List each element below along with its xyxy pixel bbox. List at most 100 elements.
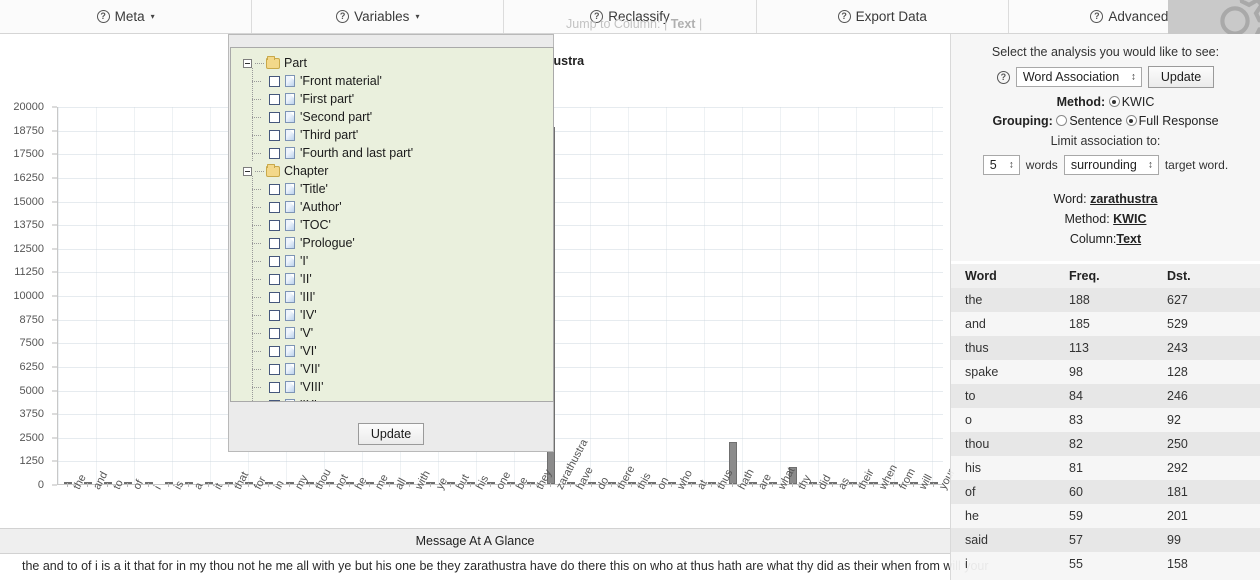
x-axis-tick-label: i xyxy=(151,483,164,492)
info-word-value[interactable]: zarathustra xyxy=(1090,192,1157,206)
table-row[interactable]: said 57 99 xyxy=(951,528,1260,552)
tree-item-checkbox[interactable] xyxy=(269,381,280,393)
limit-words-select[interactable]: 5 xyxy=(982,155,1020,175)
limit-position-select[interactable]: surrounding xyxy=(1063,155,1159,175)
table-row[interactable]: he 59 201 xyxy=(951,504,1260,528)
column-header-dst[interactable]: Dst. xyxy=(1153,261,1260,288)
tree-item-row[interactable]: 'IX' xyxy=(239,392,553,401)
y-axis-labels: 20000 18750 17500 16250 15000 13750 12500 11250… xyxy=(0,101,52,491)
tree-item-checkbox[interactable] xyxy=(269,273,280,285)
column-header-freq[interactable]: Freq. xyxy=(1055,261,1153,288)
tree-expander-icon[interactable] xyxy=(243,166,252,176)
tree-item-row[interactable]: 'Author' xyxy=(239,194,553,216)
analysis-update-button[interactable]: Update xyxy=(1147,66,1215,88)
tree-item-checkbox[interactable] xyxy=(269,219,280,231)
info-method-row: Method: KWIC xyxy=(961,209,1250,229)
x-axis-tick-mark xyxy=(147,483,149,487)
cell-word: o xyxy=(951,408,1055,432)
cell-word: of xyxy=(951,480,1055,504)
tree-item-row[interactable]: 'Front material' xyxy=(239,68,553,90)
tree-item-row[interactable]: 'TOC' xyxy=(239,212,553,234)
analysis-select[interactable]: Word Association xyxy=(1015,67,1142,87)
tree-item-checkbox[interactable] xyxy=(269,129,280,141)
variables-tree[interactable]: Part 'Front material' 'First part' 'Second … xyxy=(230,47,554,402)
table-row[interactable]: thus 113 243 xyxy=(951,336,1260,360)
tree-group-row[interactable]: Chapter xyxy=(239,162,553,180)
table-row[interactable]: spake 98 128 xyxy=(951,360,1260,384)
info-column-value[interactable]: Text xyxy=(1116,232,1141,246)
toolbar-item-variables[interactable]: ? Variables ▾ xyxy=(252,0,505,33)
column-header-word[interactable]: Word xyxy=(951,261,1055,288)
table-row[interactable]: o 83 92 xyxy=(951,408,1260,432)
table-row[interactable]: the 188 627 xyxy=(951,288,1260,312)
tree-item-row[interactable]: 'Third part' xyxy=(239,122,553,144)
help-circle-icon[interactable]: ? xyxy=(837,10,851,23)
method-value: KWIC xyxy=(1121,95,1155,109)
tree-item-row[interactable]: 'V' xyxy=(239,320,553,342)
cell-freq: 57 xyxy=(1055,528,1153,552)
tree-item-checkbox[interactable] xyxy=(269,111,280,123)
grouping-radio-full-response[interactable] xyxy=(1125,115,1137,126)
table-row[interactable]: thou 82 250 xyxy=(951,432,1260,456)
help-circle-icon[interactable]: ? xyxy=(1090,10,1104,23)
tree-expander-icon[interactable] xyxy=(243,58,252,68)
top-toolbar: ? Meta ▾ ? Variables ▾ ? Reclassify ? Ex… xyxy=(0,0,1260,34)
table-row[interactable]: i 55 158 xyxy=(951,552,1260,576)
document-icon xyxy=(285,399,295,401)
tree-item-row[interactable]: 'VI' xyxy=(239,338,553,360)
help-circle-icon[interactable]: ? xyxy=(996,70,1010,84)
toolbar-item-export-data[interactable]: ? Export Data xyxy=(757,0,1009,33)
tree-item-checkbox[interactable] xyxy=(269,147,280,159)
x-axis-tick-mark xyxy=(691,483,693,487)
tree-item-checkbox[interactable] xyxy=(269,93,280,105)
tree-item-row[interactable]: 'VIII' xyxy=(239,374,553,396)
tree-item-checkbox[interactable] xyxy=(269,237,280,249)
tree-item-row[interactable]: 'Prologue' xyxy=(239,230,553,252)
tree-item-label: 'V' xyxy=(300,326,314,340)
tree-item-row[interactable]: 'VII' xyxy=(239,356,553,378)
tree-item-checkbox[interactable] xyxy=(269,309,280,321)
help-circle-icon[interactable]: ? xyxy=(590,10,604,23)
info-method-value[interactable]: KWIC xyxy=(1113,212,1146,226)
tree-item-row[interactable]: 'Fourth and last part' xyxy=(239,140,553,162)
y-axis-tick-label: 15000 xyxy=(13,195,44,208)
table-row[interactable]: and 185 529 xyxy=(951,312,1260,336)
tree-item-row[interactable]: 'First part' xyxy=(239,86,553,108)
help-circle-icon[interactable]: ? xyxy=(336,10,350,23)
tree-item-checkbox[interactable] xyxy=(269,291,280,303)
tree-item-row[interactable]: 'I' xyxy=(239,248,553,270)
tree-item-row[interactable]: 'Second part' xyxy=(239,104,553,126)
x-axis-tick-mark xyxy=(550,483,552,487)
help-circle-icon[interactable]: ? xyxy=(96,10,110,23)
tree-group-label: Part xyxy=(284,56,307,70)
cell-dst: 627 xyxy=(1153,288,1260,312)
gear-icon[interactable] xyxy=(1168,0,1260,34)
tree-item-checkbox[interactable] xyxy=(269,345,280,357)
tree-update-button[interactable]: Update xyxy=(357,423,425,445)
tree-item-checkbox[interactable] xyxy=(269,75,280,87)
tree-item-checkbox[interactable] xyxy=(269,363,280,375)
grouping-radio-sentence[interactable] xyxy=(1056,115,1068,126)
table-row[interactable]: his 81 292 xyxy=(951,456,1260,480)
y-axis-tick-label: 11250 xyxy=(14,266,44,279)
x-axis-tick-mark xyxy=(892,483,894,487)
tree-item-row[interactable]: 'II' xyxy=(239,266,553,288)
tree-item-checkbox[interactable] xyxy=(269,201,280,213)
tree-item-row[interactable]: 'III' xyxy=(239,284,553,306)
tree-item-checkbox[interactable] xyxy=(269,327,280,339)
tree-group-row[interactable]: Part xyxy=(239,54,553,72)
table-row[interactable]: of 60 181 xyxy=(951,480,1260,504)
tree-item-row[interactable]: 'IV' xyxy=(239,302,553,324)
method-radio-kwic[interactable] xyxy=(1108,96,1120,107)
table-row[interactable]: to 84 246 xyxy=(951,384,1260,408)
tree-item-checkbox[interactable] xyxy=(269,183,280,195)
toolbar-item-reclassify[interactable]: ? Reclassify xyxy=(504,0,757,33)
tree-item-checkbox[interactable] xyxy=(269,255,280,267)
limit-words-unit: words xyxy=(1025,158,1058,172)
tree-item-row[interactable]: 'Title' xyxy=(239,176,553,198)
x-axis-tick-mark xyxy=(429,483,431,487)
tree-item-checkbox[interactable] xyxy=(269,399,280,401)
x-axis-tick-mark xyxy=(127,483,129,487)
y-axis-tick-label: 7500 xyxy=(19,337,44,350)
toolbar-item-meta[interactable]: ? Meta ▾ xyxy=(0,0,253,33)
